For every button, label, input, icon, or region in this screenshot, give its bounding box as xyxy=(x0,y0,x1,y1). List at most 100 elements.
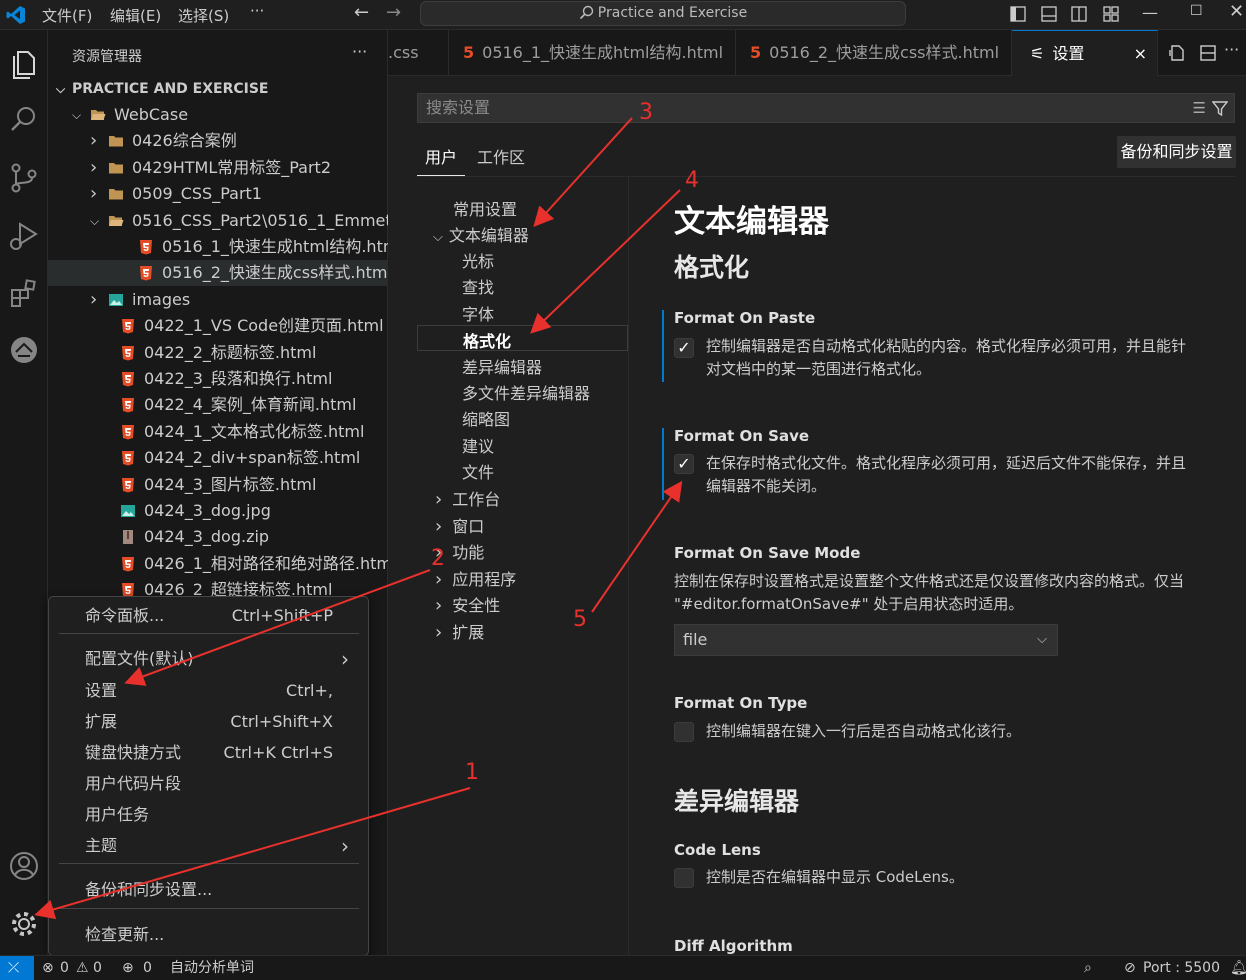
customize-layout-icon[interactable] xyxy=(1103,6,1119,22)
tab-html-2[interactable]: 5 0516_2_快速生成css样式.html xyxy=(736,30,1012,76)
tab-css[interactable]: .css xyxy=(388,30,449,76)
explorer-icon[interactable] xyxy=(6,44,42,80)
tree-item[interactable]: › 0429HTML常用标签_Part2 xyxy=(48,155,388,181)
live-server-port[interactable]: Port : 5500 xyxy=(1143,956,1220,980)
error-icon[interactable]: ⊗ xyxy=(42,956,54,980)
spell-check-status[interactable]: 自动分析单词 xyxy=(170,956,254,980)
tree-item[interactable]: 0426_1_相对路径和绝对路径.html xyxy=(48,551,396,577)
menu-item[interactable]: 用户任务 xyxy=(49,801,369,829)
search-icon[interactable] xyxy=(6,102,42,138)
toc-child-item[interactable]: 差异编辑器 xyxy=(462,354,542,378)
tree-item[interactable]: › 0509_CSS_Part1 xyxy=(48,181,388,207)
tree-item[interactable]: ⌵ WebCase xyxy=(48,102,388,128)
tree-item[interactable]: 0422_4_案例_体育新闻.html xyxy=(48,392,388,418)
menu-item[interactable]: 主题 › xyxy=(49,832,369,860)
minimize-icon[interactable]: — xyxy=(1142,3,1158,22)
tree-item[interactable]: 0422_3_段落和换行.html xyxy=(48,366,388,392)
toc-child-item[interactable]: 字体 xyxy=(462,301,494,325)
code-lens-checkbox[interactable] xyxy=(674,868,694,888)
toc-child-item[interactable]: 文件 xyxy=(462,459,494,483)
tree-item[interactable]: ⌵ 0516_CSS_Part2\0516_1_Emmet语法 xyxy=(48,208,424,234)
open-settings-json-icon[interactable] xyxy=(1168,44,1186,62)
format-on-save-checkbox[interactable]: ✓ xyxy=(674,454,694,474)
toggle-sidebar-icon[interactable] xyxy=(1010,6,1026,22)
account-icon[interactable] xyxy=(6,848,42,884)
live-share-icon[interactable] xyxy=(6,332,42,368)
tab-user[interactable]: 用户 xyxy=(417,144,466,176)
warning-count[interactable]: 0 xyxy=(93,956,102,980)
tree-item[interactable]: 0516_2_快速生成css样式.html xyxy=(48,260,392,286)
toc-child-item[interactable]: 查找 xyxy=(462,274,494,298)
toc-child-item[interactable]: 光标 xyxy=(462,248,494,272)
toc-group-item[interactable]: › 应用程序 xyxy=(435,566,516,590)
ports-count[interactable]: 0 xyxy=(143,956,152,980)
tree-item[interactable]: › images xyxy=(48,287,388,313)
tree-item[interactable]: 0424_1_文本格式化标签.html xyxy=(48,419,388,445)
tab-settings[interactable]: ⚟ 设置 × xyxy=(1012,30,1158,76)
toc-child-item[interactable]: 多文件差异编辑器 xyxy=(462,380,590,404)
port-icon[interactable]: ⊘ xyxy=(1124,956,1136,980)
toc-child-item[interactable]: 缩略图 xyxy=(462,406,510,430)
error-count[interactable]: 0 xyxy=(60,956,69,980)
toggle-secondary-sidebar-icon[interactable] xyxy=(1071,6,1087,22)
menu-item[interactable]: 命令面板... Ctrl+Shift+P xyxy=(49,602,369,630)
menu-item[interactable]: 设置 Ctrl+, xyxy=(49,677,369,705)
source-control-icon[interactable] xyxy=(6,160,42,196)
toc-group-item[interactable]: › 窗口 xyxy=(435,513,484,537)
tree-item[interactable]: › 0426综合案例 xyxy=(48,128,388,154)
menu-item[interactable]: 检查更新... xyxy=(49,921,369,949)
menu-item[interactable]: 扩展 Ctrl+Shift+X xyxy=(49,708,369,736)
tree-item[interactable]: 0422_1_VS Code创建页面.html xyxy=(48,313,388,339)
menu-item[interactable]: 配置文件(默认) › xyxy=(49,645,369,673)
filter-icon[interactable] xyxy=(1212,101,1228,116)
toc-group-item[interactable]: › 工作台 xyxy=(435,486,500,510)
menu-item[interactable]: 用户代码片段 xyxy=(49,770,369,798)
command-center[interactable]: Practice and Exercise xyxy=(420,1,906,26)
close-tab-icon[interactable]: × xyxy=(1134,31,1147,76)
format-on-save-mode-select[interactable]: file ⌵ xyxy=(674,624,1058,656)
vscode-logo-icon[interactable] xyxy=(6,5,26,25)
remote-indicator[interactable]: ⤫ xyxy=(0,956,34,980)
menu-edit[interactable]: 编辑(E) xyxy=(110,5,161,26)
tree-item[interactable]: 0424_3_dog.zip xyxy=(48,524,388,550)
warning-icon[interactable]: ⚠ xyxy=(76,956,89,980)
backup-sync-button[interactable]: 备份和同步设置 xyxy=(1117,136,1236,168)
maximize-icon[interactable]: ☐ xyxy=(1190,3,1203,19)
toc-common[interactable]: 常用设置 xyxy=(453,196,517,220)
back-arrow-icon[interactable]: ← xyxy=(354,2,369,23)
explorer-more-icon[interactable]: ··· xyxy=(352,42,367,61)
tree-item[interactable]: 0424_2_div+span标签.html xyxy=(48,445,388,471)
tree-item[interactable]: 0424_3_dog.jpg xyxy=(48,498,388,524)
format-on-paste-checkbox[interactable]: ✓ xyxy=(674,338,694,358)
manage-gear-icon[interactable] xyxy=(6,906,42,942)
editor-more-icon[interactable]: ··· xyxy=(1224,40,1239,59)
toc-group-item[interactable]: › 安全性 xyxy=(435,592,500,616)
tab-html-1[interactable]: 5 0516_1_快速生成html结构.html xyxy=(449,30,736,76)
format-on-type-checkbox[interactable] xyxy=(674,722,694,742)
workspace-root[interactable]: ⌵ PRACTICE AND EXERCISE xyxy=(48,76,388,102)
toc-child-item[interactable]: 格式化 xyxy=(417,325,628,352)
close-window-icon[interactable]: ✕ xyxy=(1229,1,1244,22)
tree-item[interactable]: 0422_2_标题标签.html xyxy=(48,340,388,366)
settings-search-input[interactable]: 搜索设置 ☰ xyxy=(417,93,1235,123)
toc-group-item[interactable]: › 扩展 xyxy=(435,619,484,643)
menu-file[interactable]: 文件(F) xyxy=(42,5,92,26)
run-debug-icon[interactable] xyxy=(6,218,42,254)
ports-icon[interactable]: ⊕ xyxy=(122,956,134,980)
extensions-icon[interactable] xyxy=(6,276,42,312)
toc-child-item[interactable]: 建议 xyxy=(462,433,494,457)
menu-item[interactable]: 备份和同步设置... xyxy=(49,876,369,904)
list-filter-icon[interactable]: ☰ xyxy=(1193,94,1206,122)
split-editor-icon[interactable] xyxy=(1199,44,1217,62)
menu-item[interactable]: 键盘快捷方式 Ctrl+K Ctrl+S xyxy=(49,739,369,767)
forward-arrow-icon[interactable]: → xyxy=(386,2,401,23)
zoom-icon[interactable]: ⌕ xyxy=(1084,956,1092,980)
tree-item[interactable]: 0424_3_图片标签.html xyxy=(48,472,388,498)
toc-text-editor[interactable]: ⌵ 文本编辑器 xyxy=(433,222,529,246)
notifications-icon[interactable]: 🔔︎ xyxy=(1230,956,1246,980)
toggle-panel-icon[interactable] xyxy=(1041,6,1057,22)
tree-item[interactable]: 0516_1_快速生成html结构.html xyxy=(48,234,403,260)
menu-selection[interactable]: 选择(S) xyxy=(178,5,229,26)
tab-workspace[interactable]: 工作区 xyxy=(477,144,525,176)
menu-more-icon[interactable]: ··· xyxy=(250,2,264,20)
